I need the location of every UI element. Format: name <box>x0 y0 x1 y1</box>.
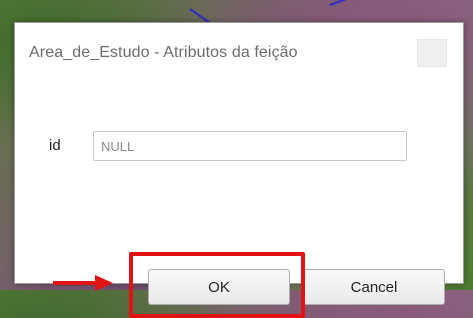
dialog-title: Area_de_Estudo - Atributos da feição <box>29 44 298 61</box>
map-boundary-line <box>329 0 397 6</box>
close-button[interactable] <box>417 39 447 67</box>
ok-button[interactable]: OK <box>148 269 290 305</box>
dialog-titlebar: Area_de_Estudo - Atributos da feição <box>15 23 463 83</box>
annotation-arrow-shaft <box>53 281 97 285</box>
arrow-right-icon <box>95 275 113 291</box>
cancel-button[interactable]: Cancel <box>303 269 445 305</box>
id-field-label: id <box>49 137 61 154</box>
id-field-input[interactable] <box>93 131 407 161</box>
dialog-body: id OK Cancel <box>15 83 463 318</box>
feature-attributes-dialog: Area_de_Estudo - Atributos da feição id … <box>14 22 464 318</box>
